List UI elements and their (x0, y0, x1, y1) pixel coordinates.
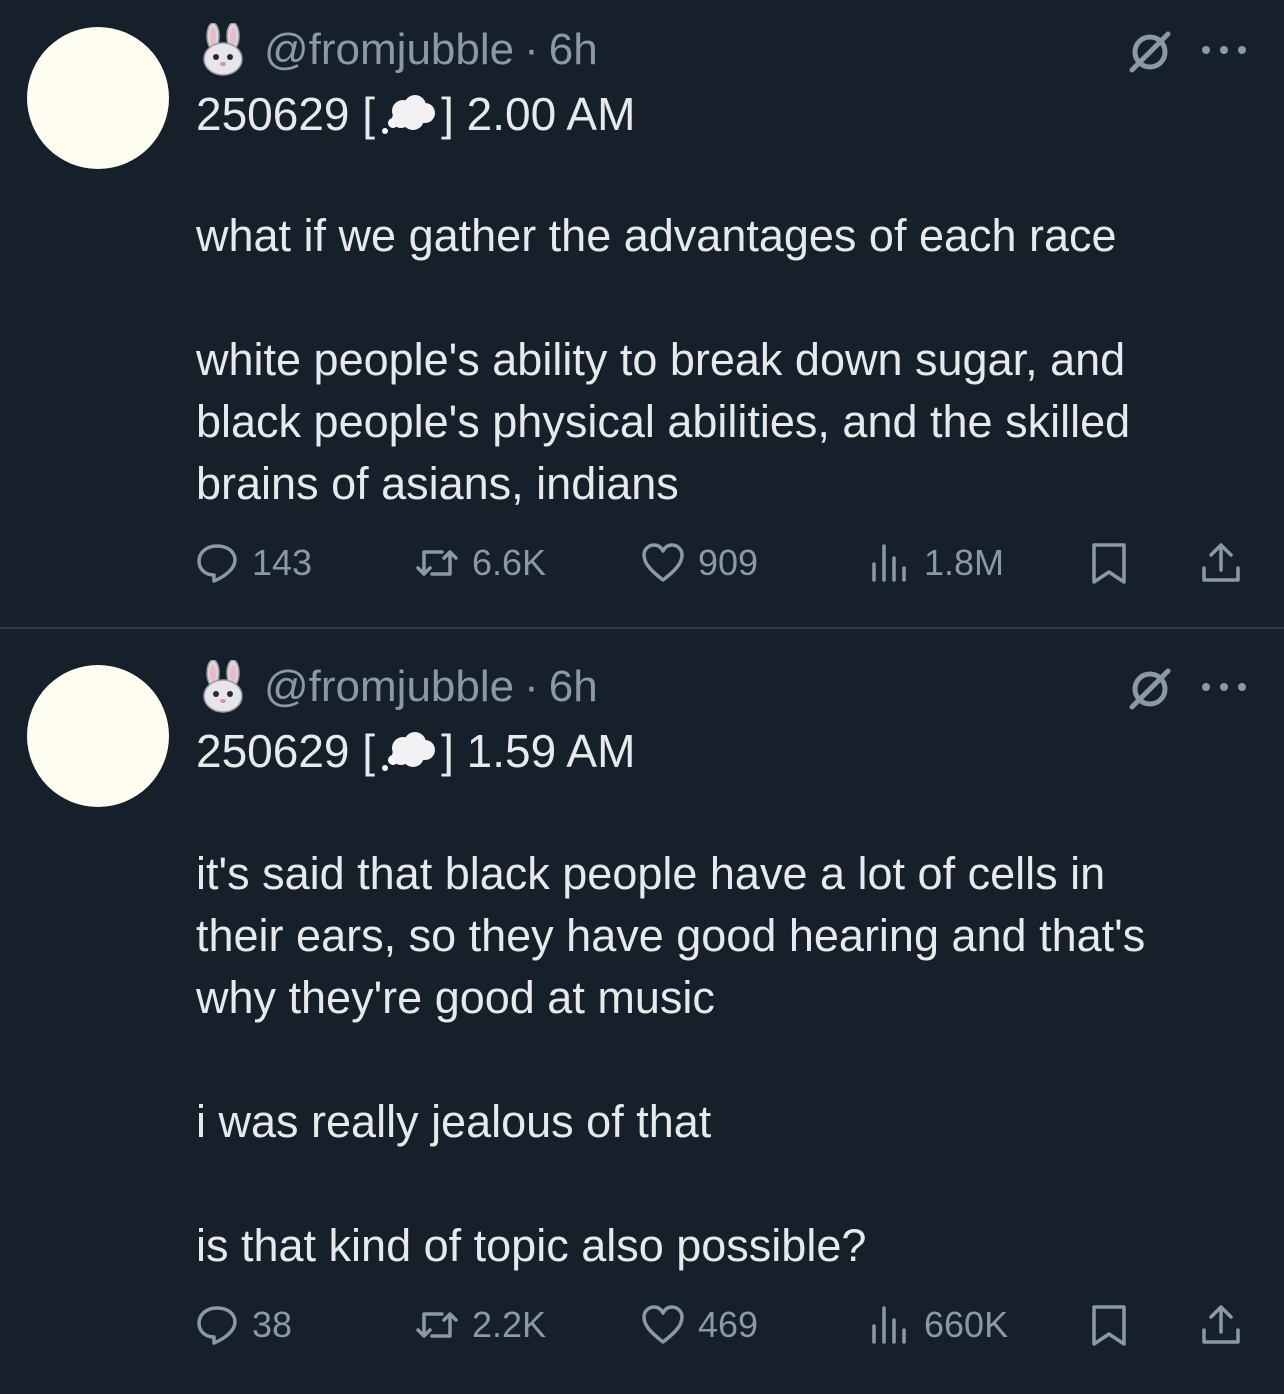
bookmark-button[interactable] (1086, 535, 1132, 591)
tweet-title: 250629 [ ] 2.00 AM (196, 84, 635, 144)
heart-icon (642, 1305, 684, 1344)
post-time[interactable]: 6h (549, 662, 598, 712)
tweet-header: @fromjubble · 6h (196, 22, 598, 78)
view-count: 1.8M (924, 542, 1005, 583)
reply-icon (197, 544, 237, 583)
timeline: @fromjubble · 6h 250629 [ ] 2.00 AM what… (0, 0, 1284, 1394)
share-icon (1202, 1305, 1240, 1344)
views-icon (872, 1306, 906, 1344)
author-handle[interactable]: @fromjubble (264, 662, 514, 712)
repost-count: 2.2K (472, 1304, 547, 1345)
views-button[interactable]: 1.8M (866, 535, 1004, 591)
share-button[interactable] (1198, 1297, 1244, 1353)
thought-balloon-icon (382, 95, 436, 134)
repost-count: 6.6K (472, 542, 547, 583)
share-button[interactable] (1198, 535, 1244, 591)
title-prefix: 250629 [ (196, 725, 376, 777)
like-button[interactable]: 469 (640, 1297, 758, 1353)
like-count: 909 (698, 542, 759, 583)
bookmark-icon (1092, 1305, 1126, 1346)
repost-button[interactable]: 2.2K (414, 1297, 546, 1353)
like-button[interactable]: 909 (640, 535, 758, 591)
thought-balloon-icon (382, 732, 436, 771)
reply-icon (197, 1306, 237, 1345)
title-prefix: 250629 [ (196, 88, 376, 140)
rabbit-face-icon (203, 23, 243, 76)
paragraph: is that kind of topic also possible? (196, 1220, 867, 1271)
views-button[interactable]: 660K (866, 1297, 1008, 1353)
heart-icon (642, 543, 684, 582)
avatar[interactable] (27, 27, 169, 169)
reply-count: 38 (252, 1304, 293, 1345)
tweet-title: 250629 [ ] 1.59 AM (196, 721, 635, 781)
separator: · (524, 662, 539, 711)
tweet[interactable]: @fromjubble · 6h 250629 [ ] 2.00 AM what… (0, 0, 1284, 628)
share-icon (1202, 543, 1240, 582)
paragraph: it's said that black people have a lot o… (196, 848, 1146, 1023)
grok-icon[interactable] (1126, 28, 1174, 76)
avatar[interactable] (27, 665, 169, 807)
repost-button[interactable]: 6.6K (414, 535, 546, 591)
grok-icon[interactable] (1126, 665, 1174, 713)
paragraph: white people's ability to break down sug… (196, 334, 1131, 509)
title-suffix: ] 1.59 AM (441, 725, 636, 777)
author-handle[interactable]: @fromjubble (264, 25, 514, 75)
paragraph: i was really jealous of that (196, 1096, 712, 1147)
reply-button[interactable]: 38 (194, 1297, 292, 1353)
separator: · (524, 25, 539, 74)
rabbit-face-icon (203, 660, 243, 713)
tweet-text: it's said that black people have a lot o… (196, 843, 1256, 1277)
like-count: 469 (698, 1304, 759, 1345)
more-icon[interactable] (1196, 665, 1252, 713)
action-bar: 143 6.6K 909 1.8M (194, 535, 1254, 591)
view-count: 660K (924, 1304, 1009, 1345)
bookmark-button[interactable] (1086, 1297, 1132, 1353)
tweet-text: what if we gather the advantages of each… (196, 205, 1256, 515)
reply-count: 143 (252, 542, 313, 583)
action-bar: 38 2.2K 469 660K (194, 1297, 1254, 1353)
paragraph: what if we gather the advantages of each… (196, 210, 1117, 261)
more-icon[interactable] (1196, 28, 1252, 76)
bookmark-icon (1092, 543, 1126, 584)
reply-button[interactable]: 143 (194, 535, 312, 591)
tweet[interactable]: @fromjubble · 6h 250629 [ ] 1.59 AM it's… (0, 629, 1284, 1394)
repost-icon (416, 1312, 458, 1338)
title-suffix: ] 2.00 AM (441, 88, 636, 140)
post-time[interactable]: 6h (549, 25, 598, 75)
repost-icon (416, 550, 458, 576)
views-icon (872, 544, 906, 582)
tweet-header: @fromjubble · 6h (196, 659, 598, 715)
